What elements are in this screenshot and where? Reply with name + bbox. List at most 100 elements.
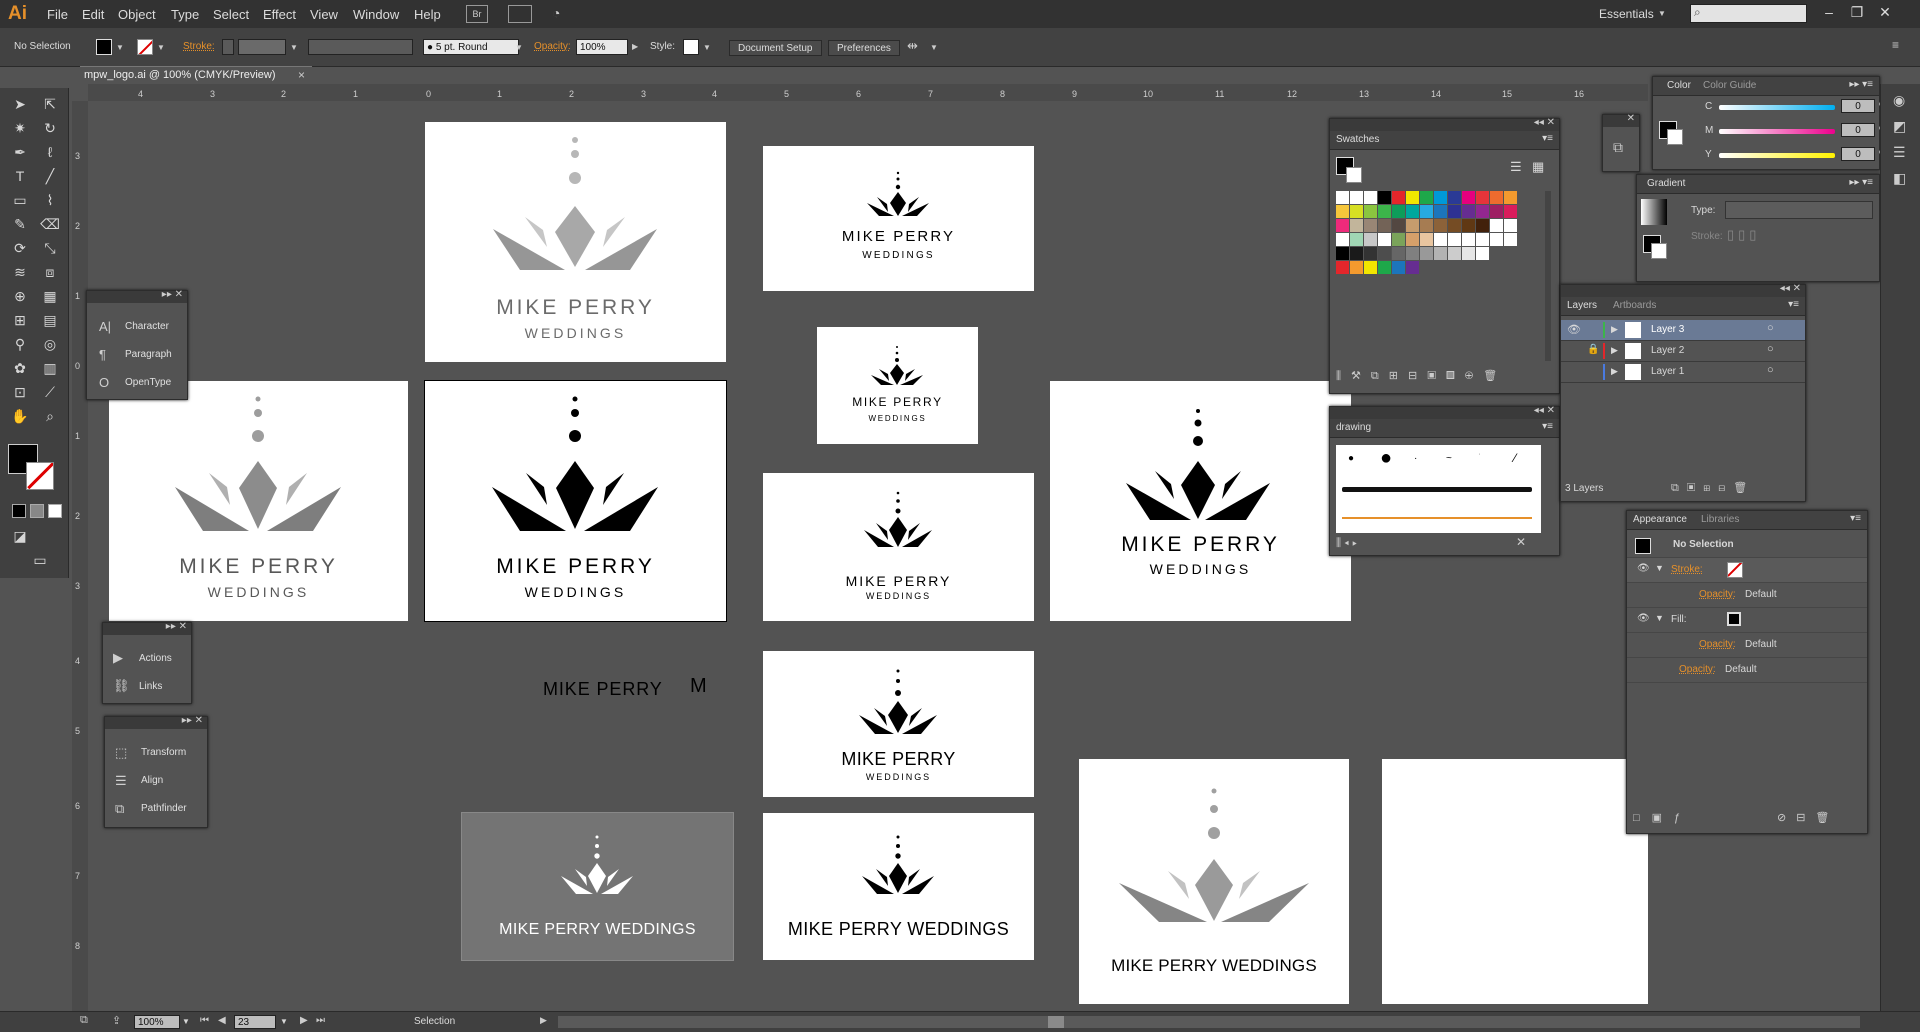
swatch-cell[interactable] <box>1336 233 1349 246</box>
brush-pattern-stroke[interactable] <box>1342 517 1532 519</box>
opacity-attribute[interactable]: Opacity: <box>1699 589 1736 600</box>
swatch-cell[interactable] <box>1448 233 1461 246</box>
arrange-documents-icon[interactable] <box>508 5 532 23</box>
layer-row[interactable]: 👁 ▶ Layer 3 ○ <box>1561 320 1805 341</box>
blend-tool-icon[interactable]: ◎ <box>40 334 60 354</box>
swatch-cell[interactable] <box>1462 233 1475 246</box>
menu-type[interactable]: Type <box>171 7 199 22</box>
swatch-cell[interactable] <box>1462 219 1475 232</box>
swatch-cell[interactable] <box>1364 247 1377 260</box>
swatch-cell[interactable] <box>1504 191 1517 204</box>
brush-dot-large-icon[interactable]: ● <box>1380 447 1392 470</box>
chevron-down-icon[interactable]: ▼ <box>116 43 124 52</box>
swatch-cell[interactable] <box>1476 247 1489 260</box>
eyedropper-tool-icon[interactable]: ⚲ <box>10 334 30 354</box>
swatch-cell[interactable] <box>1392 191 1405 204</box>
brush-dot-icon[interactable]: · <box>1414 453 1417 464</box>
swatch-cell[interactable] <box>1504 261 1517 274</box>
chevron-down-icon[interactable]: ▼ <box>157 43 165 52</box>
swatch-cell[interactable] <box>1392 205 1405 218</box>
menu-view[interactable]: View <box>310 7 338 22</box>
floating-wordmark[interactable]: MIKE PERRY <box>543 679 663 700</box>
chevron-down-icon[interactable]: ▼ <box>930 43 938 52</box>
layer-name[interactable]: Layer 2 <box>1651 345 1684 356</box>
swatch-cell[interactable] <box>1336 205 1349 218</box>
swatch-cell[interactable] <box>1476 219 1489 232</box>
status-menu-icon[interactable]: ▶ <box>540 1015 547 1026</box>
tab-artboards[interactable]: Artboards <box>1613 300 1656 311</box>
panel-header[interactable]: ▸▸ ✕ <box>103 621 191 635</box>
layer-toolbar-icons[interactable]: ⧉▣⊞⊟🗑 <box>1671 481 1755 495</box>
menu-window[interactable]: Window <box>353 7 399 22</box>
close-icon[interactable]: ◂◂ ✕ <box>1534 405 1555 416</box>
minimize-icon[interactable]: – <box>1818 4 1840 22</box>
navigator-icon[interactable]: ⧉ <box>1613 139 1623 156</box>
column-graph-tool-icon[interactable]: ▥ <box>40 358 60 378</box>
pencil-tool-icon[interactable]: ✎ <box>10 214 30 234</box>
expand-layer-icon[interactable]: ▶ <box>1611 324 1618 335</box>
swatch-cell[interactable] <box>1406 261 1419 274</box>
tab-libraries[interactable]: Libraries <box>1701 514 1739 525</box>
layer-row[interactable]: ▶ Layer 1 ○ <box>1561 362 1805 383</box>
preferences-button[interactable]: Preferences <box>828 40 900 56</box>
brush-light-icon[interactable]: ˈ <box>1478 453 1481 464</box>
screen-mode-icon[interactable]: ▭ <box>30 550 50 570</box>
transparency-panel-icon[interactable]: ◧ <box>1893 170 1906 187</box>
stroke-label[interactable]: Stroke: <box>183 41 215 52</box>
target-circle-icon[interactable]: ○ <box>1767 322 1774 334</box>
cyan-value[interactable]: 0 <box>1841 99 1875 113</box>
stroke-gradient-options-icon[interactable]: ▯▯▯ <box>1727 227 1760 243</box>
line-tool-icon[interactable]: ╱ <box>40 166 60 186</box>
target-circle-icon[interactable]: ○ <box>1767 364 1774 376</box>
swatch-cell[interactable] <box>1378 233 1391 246</box>
swatch-cell[interactable] <box>1350 205 1363 218</box>
swatch-cell[interactable] <box>1434 219 1447 232</box>
graphic-styles-icon[interactable]: ◩ <box>1893 118 1906 135</box>
brush-library[interactable]: ● ● · ~ ˈ ⁄ <box>1336 445 1541 533</box>
symbol-sprayer-tool-icon[interactable]: ✿ <box>10 358 30 378</box>
swatch-cell[interactable] <box>1392 219 1405 232</box>
swatch-cell[interactable] <box>1420 261 1433 274</box>
artboard[interactable]: MIKE PERRY WEDDINGS <box>817 327 978 444</box>
artboard[interactable]: MIKE PERRY WEDDINGS <box>1050 381 1351 621</box>
stroke-swatch[interactable] <box>137 39 153 55</box>
swatch-cell[interactable] <box>1434 191 1447 204</box>
swatch-cell[interactable] <box>1364 261 1377 274</box>
scrollbar-thumb[interactable] <box>1048 1016 1064 1028</box>
rotate-tool-icon[interactable]: ⟳ <box>10 238 30 258</box>
visibility-eye-icon[interactable]: 👁 <box>1637 563 1650 574</box>
collapse-icon[interactable]: ▼ <box>1655 613 1664 623</box>
workspace-switcher[interactable]: Essentials <box>1599 7 1654 21</box>
search-input[interactable]: ⌕ <box>1690 4 1807 23</box>
swatch-cell[interactable] <box>1364 205 1377 218</box>
artboard-blank[interactable] <box>1382 759 1648 1004</box>
fill-swatch[interactable] <box>96 39 112 55</box>
swatch-cell[interactable] <box>1504 247 1517 260</box>
brush-calligraphic-icon[interactable]: ⁄ <box>1514 451 1516 465</box>
stroke-none-swatch[interactable] <box>1727 562 1743 578</box>
thumbnail-view-icon[interactable]: ▦ <box>1532 159 1544 175</box>
stroke-swatch[interactable] <box>1651 243 1667 259</box>
brush-stroke-icon[interactable]: ~ <box>1446 453 1452 464</box>
mesh-tool-icon[interactable]: ⊞ <box>10 310 30 330</box>
gpu-performance-icon[interactable]: ◔ <box>552 5 560 21</box>
gradient-type-select[interactable] <box>1725 201 1873 219</box>
close-icon[interactable]: ▸▸ ✕ <box>166 621 187 632</box>
document-tab[interactable]: mpw_logo.ai @ 100% (CMYK/Preview) × <box>80 66 312 85</box>
artboard[interactable]: MIKE PERRY WEDDINGS <box>763 813 1034 960</box>
chevron-down-icon[interactable]: ▼ <box>182 1017 190 1026</box>
first-artboard-icon[interactable]: ⏮ <box>200 1015 209 1026</box>
layer-name[interactable]: Layer 3 <box>1651 324 1684 335</box>
color-themes-icon[interactable]: ◉ <box>1893 92 1905 109</box>
swatch-cell[interactable] <box>1434 205 1447 218</box>
swatch-cell[interactable] <box>1378 219 1391 232</box>
stroke-swatch[interactable] <box>1667 129 1683 145</box>
swatch-cell[interactable] <box>1378 261 1391 274</box>
list-view-icon[interactable]: ☰ <box>1510 159 1522 175</box>
swatch-cell[interactable] <box>1420 219 1433 232</box>
last-artboard-icon[interactable]: ⏭ <box>316 1015 325 1026</box>
panel-menu-icon[interactable]: ▸▸ ▾≡ <box>1849 177 1873 188</box>
swatch-cell[interactable] <box>1350 233 1363 246</box>
brush-definition[interactable]: ● 5 pt. Round <box>423 39 519 55</box>
drawing-modes-icon[interactable]: ◪ <box>10 526 30 546</box>
